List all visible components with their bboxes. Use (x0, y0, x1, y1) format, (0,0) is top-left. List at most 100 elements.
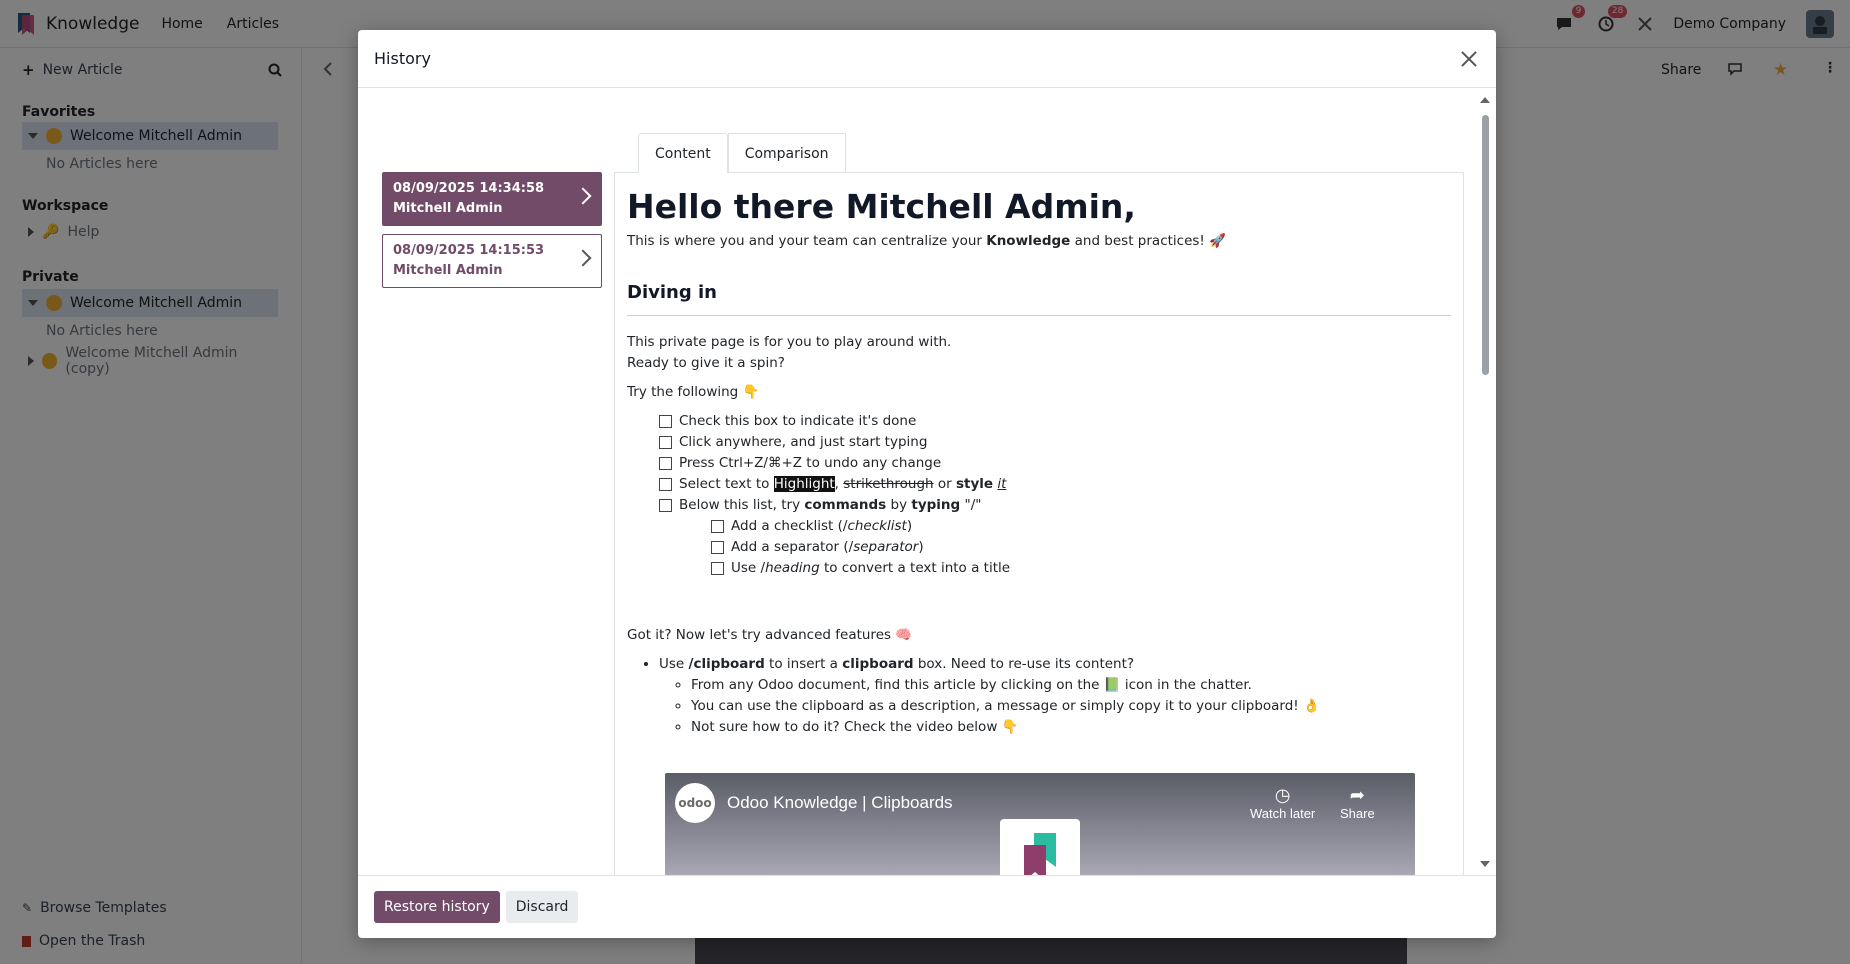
intro-text: This is where you and your team can cent… (627, 233, 987, 249)
intro-text-end: and best practices! 🚀 (1070, 233, 1226, 249)
checklist-item: Check this box to indicate it's done (659, 411, 1451, 432)
checklist-item: Press Ctrl+Z/⌘+Z to undo any change (659, 453, 1451, 474)
text-part: Below this list, try (679, 497, 805, 513)
doc-title: Hello there Mitchell Admin, (627, 187, 1136, 226)
bold-text: /clipboard (688, 656, 765, 672)
checkbox[interactable] (659, 478, 672, 491)
checklist-text: Add a separator (/separator) (731, 537, 924, 558)
checklist-subitem: Use /heading to convert a text into a ti… (711, 558, 1451, 579)
text-part: Add a separator (/ (731, 539, 854, 555)
video-embed[interactable]: odoo Odoo Knowledge | Clipboards ◷ Watch… (665, 773, 1415, 875)
dialog-scrollbar[interactable] (1480, 97, 1490, 867)
paragraph: Try the following 👇 (627, 384, 760, 400)
paragraph: Ready to give it a spin? (627, 355, 785, 371)
checklist-text: Below this list, try commands by typing … (679, 495, 981, 516)
channel-logo[interactable]: odoo (675, 783, 715, 823)
checklist-item: Below this list, try commands by typing … (659, 495, 1451, 516)
share-video-label: Share (1340, 806, 1375, 821)
italic-text: checklist (847, 518, 907, 534)
paragraph: Got it? Now let's try advanced features … (627, 627, 913, 643)
italic-text: separator (853, 539, 919, 555)
version-author: Mitchell Admin (393, 263, 503, 278)
checklist-text: Use /heading to convert a text into a ti… (731, 558, 1010, 579)
watch-later-label: Watch later (1250, 806, 1316, 821)
italic-text: heading (765, 560, 820, 576)
intro-bold: Knowledge (986, 233, 1071, 249)
checklist-text: Check this box to indicate it's done (679, 413, 917, 429)
scroll-thumb[interactable] (1482, 115, 1489, 375)
dialog-header: History (358, 30, 1496, 88)
checkbox[interactable] (711, 541, 724, 554)
bold-text: style (956, 476, 994, 492)
text-part: "/" (960, 497, 982, 513)
checklist: Check this box to indicate it's done Cli… (659, 411, 1451, 579)
scroll-up-icon[interactable] (1480, 97, 1490, 103)
close-icon[interactable] (1458, 48, 1480, 70)
video-thumbnail-logo (1000, 819, 1080, 875)
history-dialog: History 08/09/2025 14:34:58 Mitchell Adm… (358, 30, 1496, 938)
checkbox[interactable] (711, 520, 724, 533)
video-title[interactable]: Odoo Knowledge | Clipboards (727, 793, 953, 813)
text-part: to convert a text into a title (819, 560, 1011, 576)
checkbox[interactable] (659, 457, 672, 470)
discard-button[interactable]: Discard (505, 891, 579, 923)
watch-later-button[interactable]: ◷ Watch later (1250, 785, 1315, 821)
bold-text: typing (911, 497, 961, 513)
dialog-body: 08/09/2025 14:34:58 Mitchell Admin 08/09… (358, 89, 1496, 875)
restore-history-button[interactable]: Restore history (374, 891, 500, 923)
italic-text: it (997, 476, 1007, 492)
paragraph: This private page is for you to play aro… (627, 334, 952, 350)
checklist-subitem: Add a separator (/separator) (711, 537, 1451, 558)
text-part: , (834, 476, 844, 492)
checklist-item: Select text to Highlight, strikethrough … (659, 474, 1451, 495)
text-part: box. Need to re-use its content? (913, 656, 1135, 672)
text-part: or (933, 476, 956, 492)
history-content-preview: Hello there Mitchell Admin, This is wher… (614, 172, 1464, 875)
clock-icon: ◷ (1274, 785, 1291, 805)
version-date: 08/09/2025 14:15:53 (393, 243, 545, 258)
version-author: Mitchell Admin (393, 201, 503, 216)
text-part: by (886, 497, 912, 513)
dialog-title: History (374, 49, 431, 68)
dialog-tabs: Content Comparison (638, 133, 846, 173)
checkbox[interactable] (711, 562, 724, 575)
bullet-item: Use /clipboard to insert a clipboard box… (659, 654, 1451, 738)
checklist-text: Add a checklist (/checklist) (731, 516, 912, 537)
checklist-text: Click anywhere, and just start typing (679, 434, 928, 450)
strike-text: strikethrough (843, 476, 934, 492)
checklist-item: Click anywhere, and just start typing (659, 432, 1451, 453)
checklist-subitem: Add a checklist (/checklist) (711, 516, 1451, 537)
checkbox[interactable] (659, 415, 672, 428)
tab-content[interactable]: Content (638, 133, 728, 173)
checkbox[interactable] (659, 499, 672, 512)
sub-bullet-item: Not sure how to do it? Check the video b… (691, 717, 1451, 738)
version-item[interactable]: 08/09/2025 14:15:53 Mitchell Admin (382, 234, 602, 288)
text-part: Use (659, 656, 689, 672)
checklist-text: Press Ctrl+Z/⌘+Z to undo any change (679, 455, 942, 471)
bold-text: commands (804, 497, 887, 513)
bold-text: clipboard (842, 656, 914, 672)
checklist-text: Select text to Highlight, strikethrough … (679, 474, 1006, 495)
section-heading: Diving in (627, 282, 1451, 316)
dialog-footer: Restore history Discard (358, 875, 1496, 938)
share-arrow-icon: ➦ (1349, 785, 1365, 805)
tab-comparison[interactable]: Comparison (727, 133, 846, 173)
share-video-button[interactable]: ➦ Share (1340, 785, 1375, 821)
version-item[interactable]: 08/09/2025 14:34:58 Mitchell Admin (382, 172, 602, 226)
version-list: 08/09/2025 14:34:58 Mitchell Admin 08/09… (382, 172, 602, 296)
knowledge-bookmark-icon (1024, 833, 1056, 875)
text-part: to insert a (764, 656, 843, 672)
sub-bullet-item: You can use the clipboard as a descripti… (691, 696, 1451, 717)
checkbox[interactable] (659, 436, 672, 449)
text-part: Select text to (679, 476, 774, 492)
text-part: Add a checklist (/ (731, 518, 848, 534)
version-date: 08/09/2025 14:34:58 (393, 181, 545, 196)
doc-intro: This is where you and your team can cent… (627, 231, 1451, 252)
sub-bullet-list: From any Odoo document, find this articl… (691, 675, 1451, 738)
highlight-text: Highlight (773, 476, 835, 492)
scroll-down-icon[interactable] (1480, 861, 1490, 867)
text-part: ) (906, 518, 913, 534)
text-part: ) (918, 539, 924, 555)
sub-bullet-item: From any Odoo document, find this articl… (691, 675, 1451, 696)
text-part: Use / (731, 560, 766, 576)
